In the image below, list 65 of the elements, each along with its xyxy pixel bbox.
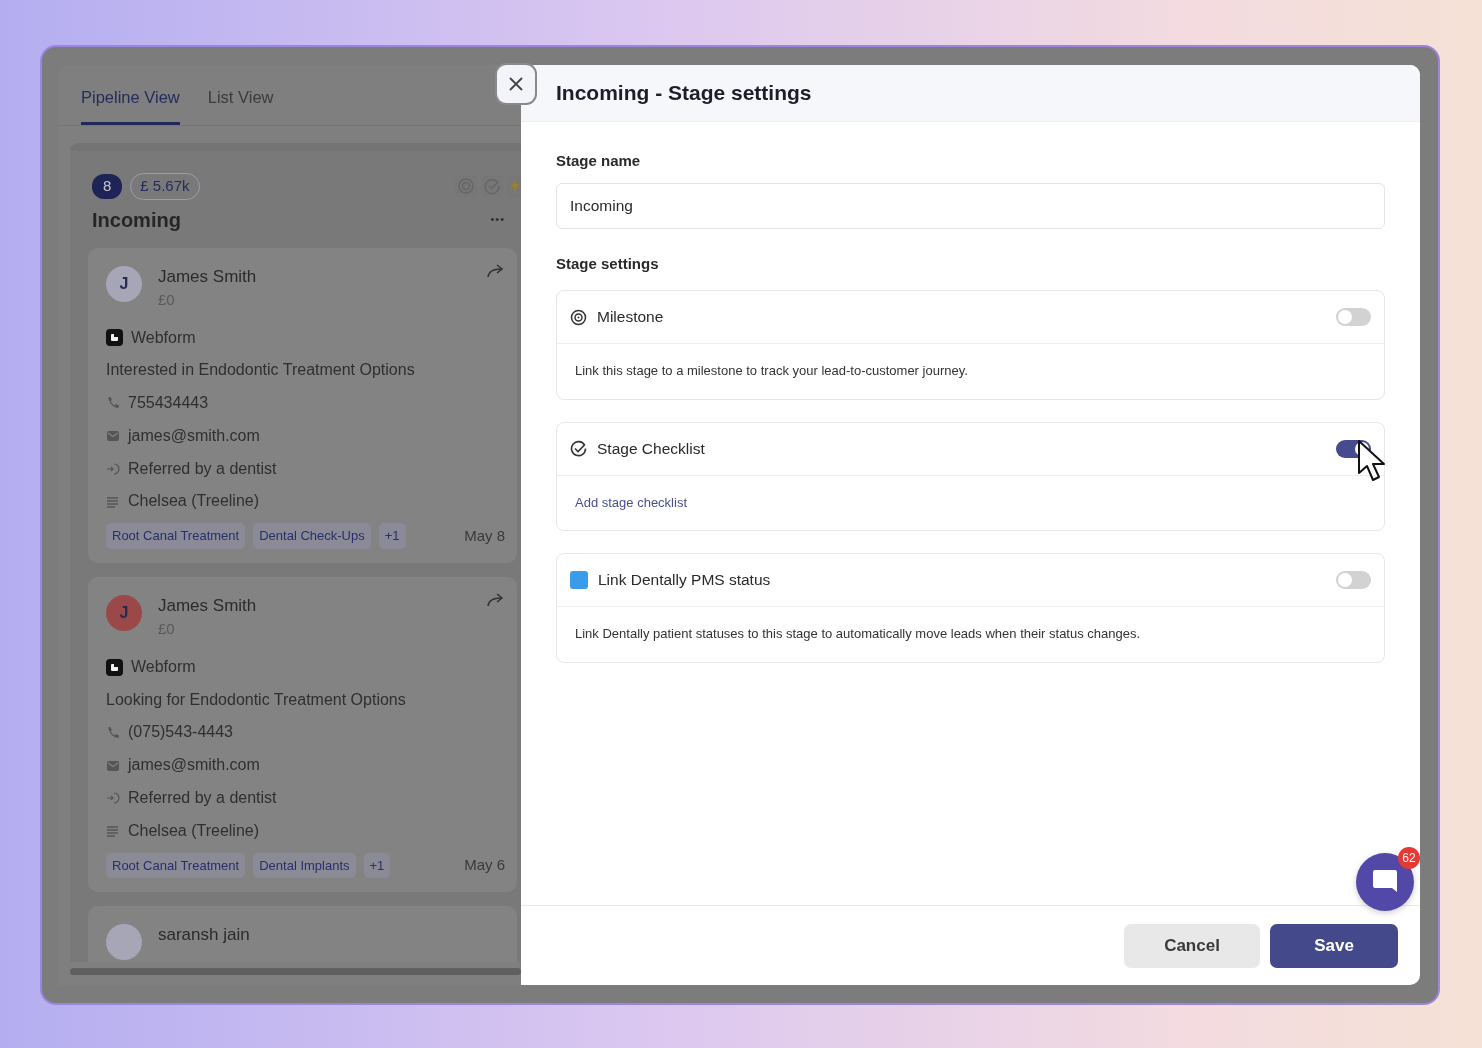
scrollbar[interactable] <box>70 968 521 975</box>
setting-title: Milestone <box>597 307 664 328</box>
count-badge: 8 <box>92 174 123 199</box>
lead-date: May 8 <box>464 525 505 546</box>
location-text: Chelsea (Treeline) <box>128 820 259 841</box>
lines-icon <box>106 824 120 839</box>
close-button[interactable] <box>497 65 535 103</box>
lead-name: James Smith <box>158 594 257 617</box>
forward-arrow-icon[interactable] <box>487 592 505 607</box>
referral-source: Referred by a dentist <box>128 787 277 808</box>
lines-icon <box>106 494 120 509</box>
view-tab[interactable]: List View <box>207 65 274 125</box>
toggle-switch[interactable] <box>1336 571 1371 589</box>
phone-number: 755434443 <box>128 393 209 414</box>
more-menu[interactable]: ••• <box>490 211 505 228</box>
setting-title: Link Dentally PMS status <box>598 570 771 591</box>
sign-in-icon <box>106 791 120 806</box>
referral-source: Referred by a dentist <box>128 458 277 479</box>
sign-in-icon <box>106 462 120 477</box>
lead-name: saransh jain <box>158 924 250 947</box>
check-circle-icon <box>570 440 587 457</box>
lead-source: Webform <box>131 656 196 677</box>
more-tags: +1 <box>378 523 406 549</box>
lead-name: James Smith <box>158 265 257 288</box>
envelope-icon <box>106 429 120 444</box>
dentally-logo-icon <box>570 571 588 589</box>
toggle-switch[interactable] <box>1336 308 1371 326</box>
avatar: J <box>106 265 142 302</box>
stage-name-field[interactable]: Incoming <box>556 182 1385 229</box>
add-checklist-link[interactable]: Add stage checklist <box>575 494 687 510</box>
treatment-tag: Root Canal Treatment <box>106 523 246 549</box>
lead-card[interactable]: saransh jain <box>88 906 517 962</box>
avatar: J <box>106 594 142 631</box>
target-icon <box>570 308 587 326</box>
phone-number: (075)543-4443 <box>128 722 233 743</box>
location-text: Chelsea (Treeline) <box>128 491 259 512</box>
form-icon <box>106 658 123 676</box>
view-tab[interactable]: Pipeline View <box>81 65 180 125</box>
setting-title: Stage Checklist <box>597 438 705 459</box>
modal-title: Incoming - Stage settings <box>556 80 812 106</box>
more-tags: +1 <box>363 852 391 879</box>
email-address: james@smith.com <box>128 425 260 446</box>
lead-source: Webform <box>131 327 196 348</box>
notification-count: 62 <box>1398 847 1420 869</box>
email-address: james@smith.com <box>128 755 260 776</box>
forward-arrow-icon[interactable] <box>487 263 505 278</box>
form-icon <box>106 329 123 347</box>
setting-description: Link Dentally patient statuses to this stage to automatically move leads when their status changes. <box>574 625 1142 643</box>
envelope-icon <box>106 758 120 773</box>
lead-description: Interested in Endodontic Treatment Options <box>106 360 416 381</box>
save-button[interactable]: Save <box>1270 923 1398 968</box>
lead-date: May 6 <box>464 855 505 876</box>
setting-description: Link this stage to a milestone to track your lead-to-customer journey. <box>574 362 969 380</box>
chat-button[interactable] <box>1356 853 1414 911</box>
column-title: Incoming <box>92 207 181 232</box>
treatment-tag: Dental Implants <box>253 852 356 879</box>
field-label: Stage name <box>556 151 642 171</box>
close-icon <box>508 76 524 92</box>
phone-icon <box>106 396 120 411</box>
section-label: Stage settings <box>556 253 660 274</box>
phone-icon <box>106 725 120 740</box>
treatment-tag: Root Canal Treatment <box>106 852 246 879</box>
lead-description: Looking for Endodontic Treatment Options <box>106 689 407 710</box>
treatment-tag: Dental Check-Ups <box>253 523 371 549</box>
cancel-button[interactable]: Cancel <box>1124 923 1260 968</box>
